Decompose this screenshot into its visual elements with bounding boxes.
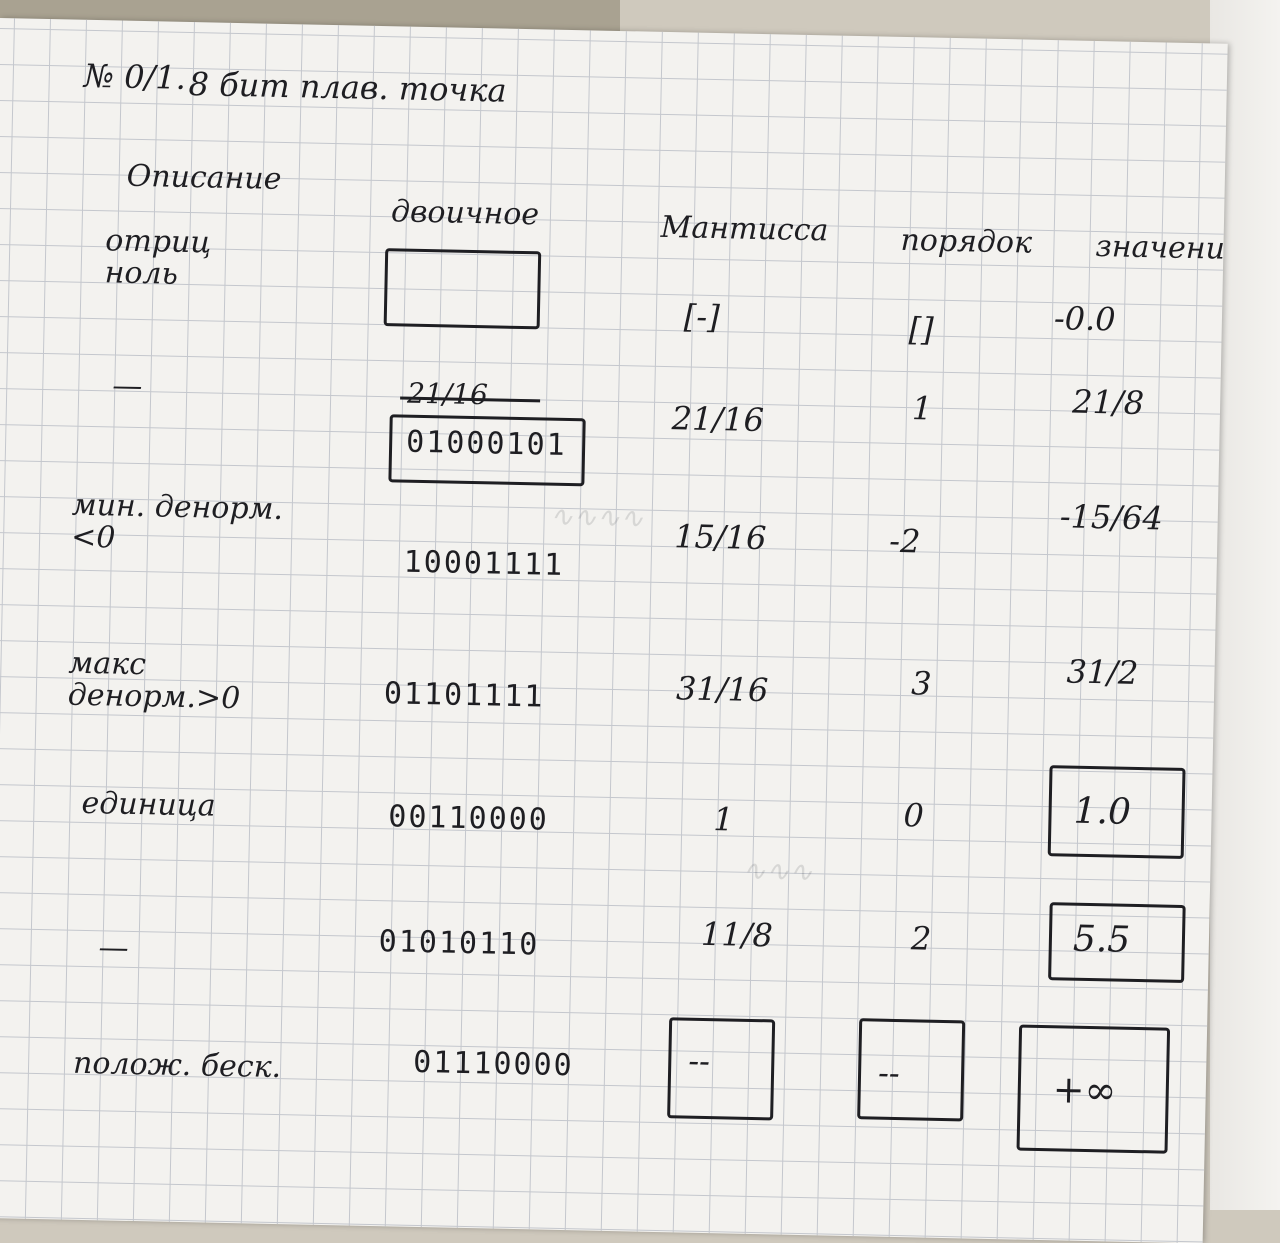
row-binary: 10001111 [403, 544, 565, 583]
mantissa-box [667, 1017, 776, 1121]
row-exponent: -2 [888, 521, 921, 561]
binary-empty-box [383, 248, 542, 330]
row-value: 21/8 [1071, 382, 1145, 423]
row-value: 31/2 [1066, 652, 1139, 692]
row-description: полож. беск. [72, 1045, 282, 1086]
row-mantissa: 21/16 [671, 399, 765, 440]
row-binary: 01010110 [378, 924, 540, 963]
header-mantissa: Мантисса [660, 209, 829, 249]
row-value: 1.0 [1073, 790, 1132, 833]
notebook-page: ∿∿∿∿ ∿∿∿ № 0/1. 8 бит плав. точка Описан… [0, 18, 1228, 1243]
row-value: +∞ [1052, 1067, 1117, 1113]
row-exponent: [] [908, 310, 935, 349]
header-exponent: порядок [900, 222, 1033, 261]
task-number: № 0/1. [83, 56, 187, 97]
row-exponent: 1 [911, 389, 933, 428]
row-mantissa: 1 [712, 800, 735, 839]
row-binary: 01000101 [405, 424, 568, 463]
bleed-through-scribble: ∿∿∿∿ [549, 499, 644, 535]
row-exponent: 3 [910, 664, 933, 703]
bleed-through-scribble: ∿∿∿ [741, 853, 814, 889]
exponent-box [857, 1018, 966, 1122]
row-value: -15/64 [1059, 497, 1164, 538]
row-mantissa: 31/16 [675, 669, 769, 710]
row-description: мин. денорм.<0 [70, 487, 284, 556]
header-value: значение [1095, 228, 1228, 268]
header-binary: двоичное [390, 194, 540, 233]
row-mantissa: 11/8 [700, 914, 774, 955]
row-value: -0.0 [1053, 299, 1117, 339]
row-mantissa: -- [687, 1041, 711, 1081]
page-title: 8 бит плав. точка [188, 64, 507, 110]
row-mantissa: 15/16 [673, 517, 767, 558]
row-description: — [111, 368, 143, 405]
header-description: Описание [126, 158, 282, 197]
row-binary: 00110000 [387, 799, 550, 838]
binary-struck-value: 21/16 [406, 376, 489, 412]
row-exponent: -- [877, 1053, 901, 1093]
row-description: единица [81, 785, 216, 824]
row-value: 5.5 [1072, 918, 1131, 961]
row-exponent: 0 [903, 796, 925, 835]
row-description: макс денорм.>0 [67, 645, 241, 716]
row-description: отриц ноль [104, 223, 212, 292]
row-binary: 01101111 [383, 676, 545, 715]
row-mantissa: [-] [683, 297, 721, 337]
row-description: — [98, 930, 129, 966]
row-binary: 01110000 [412, 1044, 575, 1084]
row-exponent: 2 [910, 919, 932, 958]
